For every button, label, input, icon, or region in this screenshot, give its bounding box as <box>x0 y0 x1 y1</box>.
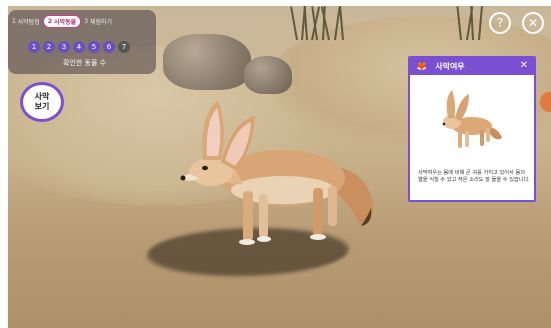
step-label: 사막동물 <box>54 18 77 26</box>
step-number: 2 <box>47 17 53 25</box>
card-close-icon[interactable]: ✕ <box>520 60 528 71</box>
animal-dot-6: 6 <box>103 41 115 53</box>
fennec-fox[interactable] <box>173 96 393 256</box>
animal-dot-2: 2 <box>43 41 55 53</box>
progress-panel: 1 사막탐험 2 사막동물 3 체험하기 1 2 3 4 5 6 7 확인한 동… <box>8 10 156 74</box>
animal-dot-7: 7 <box>118 41 130 53</box>
close-button[interactable]: ✕ <box>522 12 544 34</box>
fox-silhouette-icon: 🦊 <box>416 61 428 72</box>
rock <box>244 56 292 94</box>
next-edge-button[interactable] <box>540 92 551 112</box>
rock <box>163 34 251 90</box>
see-button-line1: 사막 <box>34 92 50 101</box>
see-desert-button[interactable]: 사막 보기 <box>20 82 64 122</box>
help-icon: ? <box>496 16 504 30</box>
step-3[interactable]: 3 체험하기 <box>84 17 112 26</box>
card-title: 사막여우 <box>435 62 465 71</box>
animal-dot-3: 3 <box>58 41 70 53</box>
animal-dot-1: 1 <box>28 41 40 53</box>
step-number: 1 <box>12 17 16 25</box>
step-number: 3 <box>84 17 89 25</box>
step-label: 체험하기 <box>89 18 113 26</box>
card-description: 사막여우는 몸에 비해 큰 귀를 가지고 있어서 몸의 열을 식힐 수 있고 작… <box>418 170 530 183</box>
animal-dot-5: 5 <box>88 41 100 53</box>
card-header: 🦊 사막여우 ✕ <box>410 58 534 75</box>
step-indicator: 1 사막탐험 2 사막동물 3 체험하기 <box>12 14 152 28</box>
help-button[interactable]: ? <box>489 12 511 34</box>
close-icon: ✕ <box>527 16 539 30</box>
animal-info-card: 🦊 사막여우 ✕ 사막여우는 몸에 비해 큰 귀를 가지고 있어서 몸의 열을 … <box>408 56 536 202</box>
animal-count-dots: 1 2 3 4 5 6 7 <box>28 41 130 53</box>
step-2-active[interactable]: 2 사막동물 <box>42 14 82 28</box>
step-1[interactable]: 1 사막탐험 <box>12 17 40 26</box>
animal-dot-4: 4 <box>73 41 85 53</box>
count-label: 확인한 동물 수 <box>63 59 107 67</box>
fennec-fox-image <box>442 90 502 148</box>
step-label: 사막탐험 <box>17 18 40 26</box>
see-button-line2: 보기 <box>34 102 50 111</box>
